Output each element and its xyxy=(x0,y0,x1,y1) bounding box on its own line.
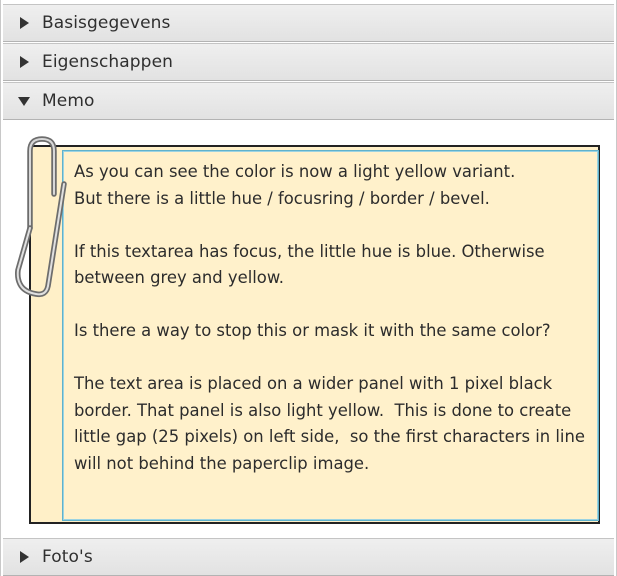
memo-line: border. That panel is also light yellow.… xyxy=(74,400,572,420)
memo-textarea[interactable]: As you can see the color is now a light … xyxy=(62,150,599,521)
memo-content: As you can see the color is now a light … xyxy=(3,121,614,538)
memo-line: little gap (25 pixels) on left side, so … xyxy=(74,427,585,446)
arrow-down-icon xyxy=(18,96,30,106)
memo-line: Is there a way to stop this or mask it w… xyxy=(74,321,551,340)
paperclip-icon xyxy=(15,136,67,298)
memo-line xyxy=(74,292,588,319)
memo-line: But there is a little hue / focusring / … xyxy=(74,188,490,208)
accordion: Basisgegevens Eigenschappen Memo As you … xyxy=(0,0,617,576)
memo-line: The text area is placed on a wider panel… xyxy=(74,374,553,393)
arrow-right-icon xyxy=(20,56,29,68)
pane-title: Basisgegevens xyxy=(42,13,171,33)
pane-header-eigenschappen[interactable]: Eigenschappen xyxy=(3,43,614,81)
pane-title: Memo xyxy=(42,91,95,111)
pane-title: Eigenschappen xyxy=(42,52,173,72)
arrow-right-icon xyxy=(20,551,29,563)
pane-title: Foto's xyxy=(42,547,93,567)
pane-header-memo[interactable]: Memo xyxy=(3,82,614,120)
memo-line: As you can see the color is now a light … xyxy=(74,162,516,181)
memo-line: will not behind the paperclip image. xyxy=(74,453,370,473)
arrow-right-icon xyxy=(20,17,29,29)
pane-header-basisgegevens[interactable]: Basisgegevens xyxy=(3,4,614,42)
memo-line xyxy=(74,345,588,372)
memo-line xyxy=(74,212,588,239)
memo-line: between grey and yellow. xyxy=(74,268,284,287)
memo-panel: As you can see the color is now a light … xyxy=(29,145,600,524)
memo-line: If this textarea has focus, the little h… xyxy=(74,241,545,261)
pane-header-fotos[interactable]: Foto's xyxy=(3,538,614,576)
